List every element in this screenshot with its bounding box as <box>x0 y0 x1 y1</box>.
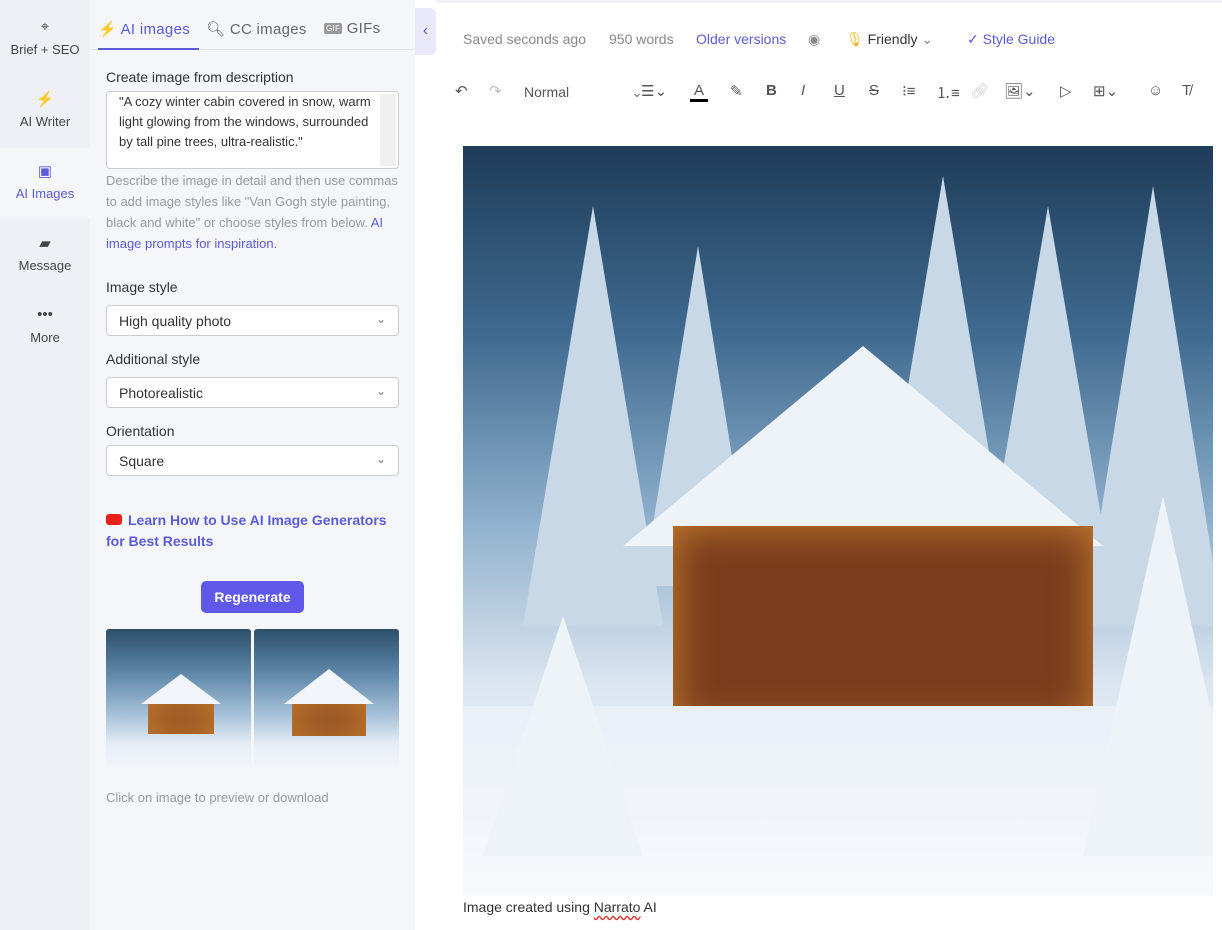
video-icon[interactable]: ▷ <box>1060 82 1072 100</box>
gif-icon: GIF <box>324 23 343 34</box>
numbered-list-icon[interactable]: ⒈≡ <box>936 82 960 103</box>
message-icon: ▰ <box>39 235 51 252</box>
rail-item-more[interactable]: ••• More <box>0 292 90 362</box>
rail-item-ai-writer[interactable]: ⚡ AI Writer <box>0 76 90 146</box>
textarea-scrollbar[interactable] <box>380 94 396 166</box>
image-icon: ▣ <box>37 163 53 180</box>
style-guide-link[interactable]: ✓ Style Guide <box>967 31 1055 48</box>
tone-select[interactable]: 🎙︎ Friendly ⌄ <box>846 31 933 48</box>
format-select[interactable]: Normal ⌄ <box>524 84 643 101</box>
image-style-select[interactable]: High quality photo ⌄ <box>106 305 399 336</box>
description-label: Create image from description <box>106 69 294 85</box>
regenerate-button[interactable]: Regenerate <box>201 581 304 613</box>
underline-icon[interactable]: U <box>834 82 845 99</box>
align-icon[interactable]: ☰⌄ <box>641 82 667 100</box>
lightning-icon: ⚡ <box>35 91 55 108</box>
bullet-list-icon[interactable]: ⁝≡ <box>902 82 916 100</box>
youtube-icon <box>106 514 122 525</box>
chevron-down-icon: ⌄ <box>375 384 386 398</box>
image-caption[interactable]: Image created using Narrato AI <box>463 899 657 915</box>
saved-status: Saved seconds ago <box>463 31 586 47</box>
undo-icon[interactable]: ↶ <box>455 82 468 100</box>
badge-check-icon: ✓ <box>967 31 983 47</box>
image-insert-icon[interactable]: 🖼︎⌄ <box>1004 82 1036 100</box>
older-versions-link[interactable]: Older versions <box>696 31 786 47</box>
crosshair-icon: ⌖ <box>40 18 50 35</box>
generated-image[interactable] <box>463 146 1213 896</box>
table-icon[interactable]: ⊞⌄ <box>1093 82 1118 100</box>
additional-style-select[interactable]: Photorealistic ⌄ <box>106 377 399 408</box>
thumbnail-2[interactable] <box>254 629 399 774</box>
tab-gifs[interactable]: GIF GIFs <box>324 20 380 37</box>
text-color-icon[interactable]: A <box>690 82 709 102</box>
chevron-down-icon: ⌄ <box>921 31 934 47</box>
sidebar-rail: ⌖ Brief + SEO ⚡ AI Writer ▣ AI Images ▰ Mess… <box>0 0 90 930</box>
orientation-select[interactable]: Square ⌄ <box>106 445 399 476</box>
redo-icon[interactable]: ↷ <box>489 82 502 100</box>
clear-format-icon[interactable]: T̸ <box>1182 82 1191 99</box>
microphone-icon: 🎙︎ <box>846 31 868 47</box>
thumbnail-hint: Click on image to preview or download <box>106 790 329 805</box>
more-icon: ••• <box>37 306 53 323</box>
learn-link[interactable]: Learn How to Use AI Image Generators for… <box>106 510 402 552</box>
chevron-down-icon: ⌄ <box>375 312 386 326</box>
thumbnail-1[interactable] <box>106 629 251 774</box>
additional-style-label: Additional style <box>106 351 201 367</box>
tab-ai-images[interactable]: ⚡ AI images <box>98 20 199 50</box>
bold-icon[interactable]: B <box>766 82 777 99</box>
italic-icon[interactable]: I <box>801 82 805 99</box>
image-style-label: Image style <box>106 279 178 295</box>
collapse-panel-button[interactable]: ‹ <box>415 8 436 55</box>
link-icon[interactable]: 🔗︎ <box>970 82 989 100</box>
rail-item-message[interactable]: ▰ Message <box>0 220 90 290</box>
eye-icon[interactable]: ◉ <box>808 31 820 48</box>
chevron-down-icon: ⌄ <box>375 452 386 466</box>
top-border <box>436 0 1222 3</box>
lightning-icon: ⚡ <box>98 21 121 38</box>
description-hint: Describe the image in detail and then us… <box>106 173 398 251</box>
panel-tabs: ⚡ AI images 🔍︎ CC images GIF GIFs <box>90 10 415 50</box>
word-count: 950 words <box>609 31 674 47</box>
emoji-icon[interactable]: ☺ <box>1148 82 1163 99</box>
description-textarea[interactable]: "A cozy winter cabin covered in snow, wa… <box>106 91 399 169</box>
search-icon: 🔍︎ <box>206 21 230 38</box>
rail-item-ai-images[interactable]: ▣ AI Images <box>0 148 90 218</box>
rail-item-brief-seo[interactable]: ⌖ Brief + SEO <box>0 4 90 74</box>
strikethrough-icon[interactable]: S <box>869 82 879 99</box>
orientation-label: Orientation <box>106 423 175 439</box>
chevron-left-icon: ‹ <box>422 22 429 39</box>
highlighter-icon[interactable]: ✎ <box>730 82 743 100</box>
tab-cc-images[interactable]: 🔍︎ CC images <box>206 20 307 38</box>
ai-images-panel: ⚡ AI images 🔍︎ CC images GIF GIFs Create… <box>90 0 415 930</box>
